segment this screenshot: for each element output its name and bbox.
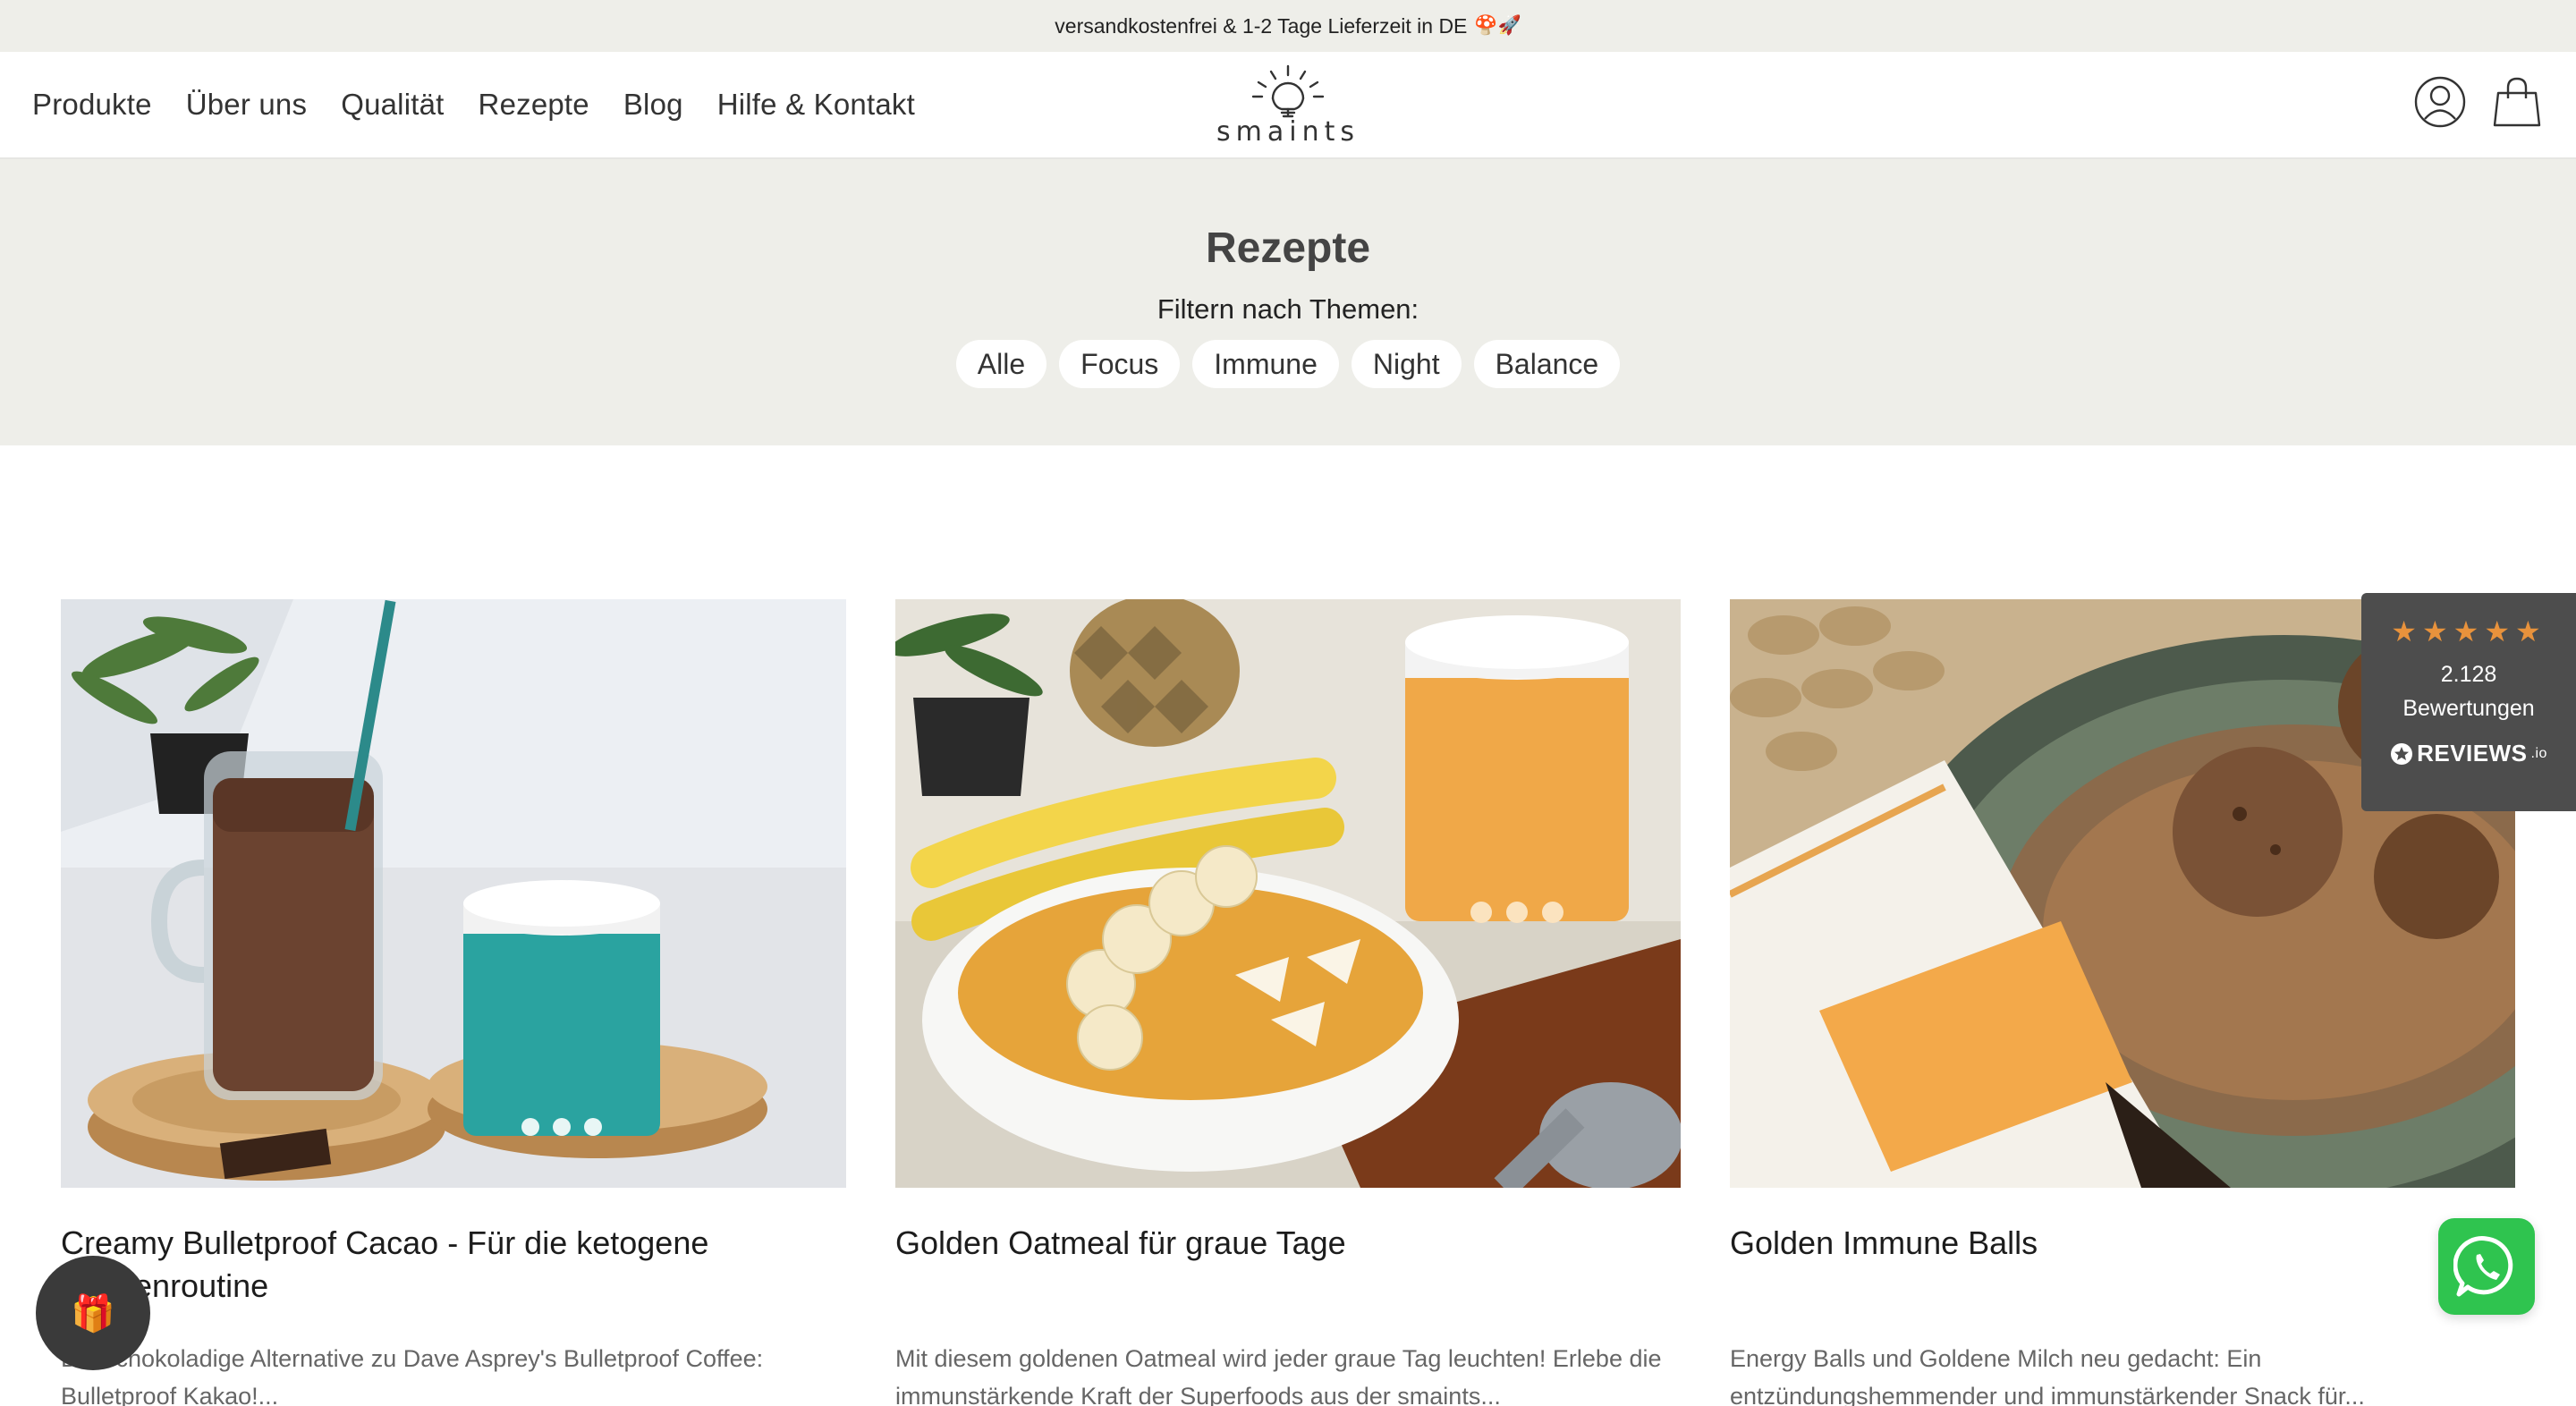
filter-pill-balance[interactable]: Balance bbox=[1473, 340, 1621, 388]
reviews-star-badge-icon bbox=[2391, 742, 2413, 765]
whatsapp-icon bbox=[2453, 1236, 2513, 1297]
recipe-image-oatmeal[interactable] bbox=[895, 599, 1681, 1188]
filter-pill-alle[interactable]: Alle bbox=[955, 340, 1047, 388]
nav-item-ueber-uns[interactable]: Über uns bbox=[186, 88, 308, 122]
nav-item-blog[interactable]: Blog bbox=[623, 88, 683, 122]
main-nav: Produkte Über uns Qualität Rezepte Blog … bbox=[32, 52, 915, 157]
page-title: Rezepte bbox=[1205, 224, 1371, 272]
site-header: Produkte Über uns Qualität Rezepte Blog … bbox=[0, 52, 2576, 159]
filter-pill-night[interactable]: Night bbox=[1351, 340, 1462, 388]
sun-bulb-icon bbox=[1251, 64, 1325, 118]
recipe-title[interactable]: Golden Oatmeal für graue Tage bbox=[895, 1222, 1681, 1265]
oatmeal-photo bbox=[895, 599, 1681, 1188]
recipe-excerpt: Die schokoladige Alternative zu Dave Asp… bbox=[61, 1345, 764, 1406]
filter-label: Filtern nach Themen: bbox=[1157, 293, 1419, 325]
gift-icon: 🎁 bbox=[71, 1293, 115, 1334]
recipe-excerpt: Mit diesem goldenen Oatmeal wird jeder g… bbox=[895, 1345, 1662, 1406]
cart-button[interactable] bbox=[2488, 73, 2546, 131]
reviews-brand-suffix: .io bbox=[2530, 745, 2547, 761]
filter-pill-focus[interactable]: Focus bbox=[1059, 340, 1181, 388]
header-actions bbox=[2411, 73, 2546, 131]
nav-item-produkte[interactable]: Produkte bbox=[32, 88, 152, 122]
whatsapp-chat-button[interactable] bbox=[2438, 1218, 2535, 1315]
nav-item-hilfe-kontakt[interactable]: Hilfe & Kontakt bbox=[717, 88, 915, 122]
site-logo[interactable]: smaints bbox=[1212, 63, 1364, 152]
announcement-text: versandkostenfrei & 1-2 Tage Lieferzeit … bbox=[1055, 13, 1468, 38]
filter-pill-immune[interactable]: Immune bbox=[1192, 340, 1339, 388]
recipe-title[interactable]: Golden Immune Balls bbox=[1730, 1222, 2515, 1265]
reviews-widget[interactable]: ★★★★★ 2.128 Bewertungen REVIEWS .io bbox=[2361, 593, 2576, 811]
reviews-count-number: 2.128 bbox=[2440, 662, 2497, 687]
user-icon bbox=[2414, 76, 2466, 128]
nav-item-qualitaet[interactable]: Qualität bbox=[341, 88, 444, 122]
gift-rewards-button[interactable]: 🎁 bbox=[36, 1256, 150, 1370]
recipe-excerpt: Energy Balls und Goldene Milch neu gedac… bbox=[1730, 1345, 2365, 1406]
recipe-card[interactable]: Golden Oatmeal für graue Tage Mit diesem… bbox=[895, 599, 1681, 1406]
account-button[interactable] bbox=[2411, 73, 2469, 131]
recipe-image-cacao[interactable] bbox=[61, 599, 846, 1188]
reviews-count: 2.128 Bewertungen bbox=[2361, 657, 2576, 725]
rating-stars: ★★★★★ bbox=[2391, 615, 2546, 648]
topic-filter-group: Alle Focus Immune Night Balance bbox=[0, 340, 2576, 388]
recipes-hero: Rezepte Filtern nach Themen: Alle Focus … bbox=[0, 159, 2576, 445]
reviews-count-label: Bewertungen bbox=[2402, 696, 2535, 721]
announcement-bar: versandkostenfrei & 1-2 Tage Lieferzeit … bbox=[0, 0, 2576, 52]
logo-wordmark: smaints bbox=[1216, 116, 1360, 148]
recipe-title[interactable]: Creamy Bulletproof Cacao - Für die ketog… bbox=[61, 1222, 846, 1308]
announcement-emoji: 🍄🚀 bbox=[1474, 15, 1521, 36]
reviews-brand-name: REVIEWS bbox=[2417, 740, 2528, 767]
recipe-card[interactable]: Creamy Bulletproof Cacao - Für die ketog… bbox=[61, 599, 846, 1406]
nav-item-rezepte[interactable]: Rezepte bbox=[479, 88, 589, 122]
shopping-bag-icon bbox=[2493, 77, 2541, 127]
reviews-brand: REVIEWS .io bbox=[2361, 740, 2576, 767]
cacao-photo bbox=[61, 599, 846, 1188]
